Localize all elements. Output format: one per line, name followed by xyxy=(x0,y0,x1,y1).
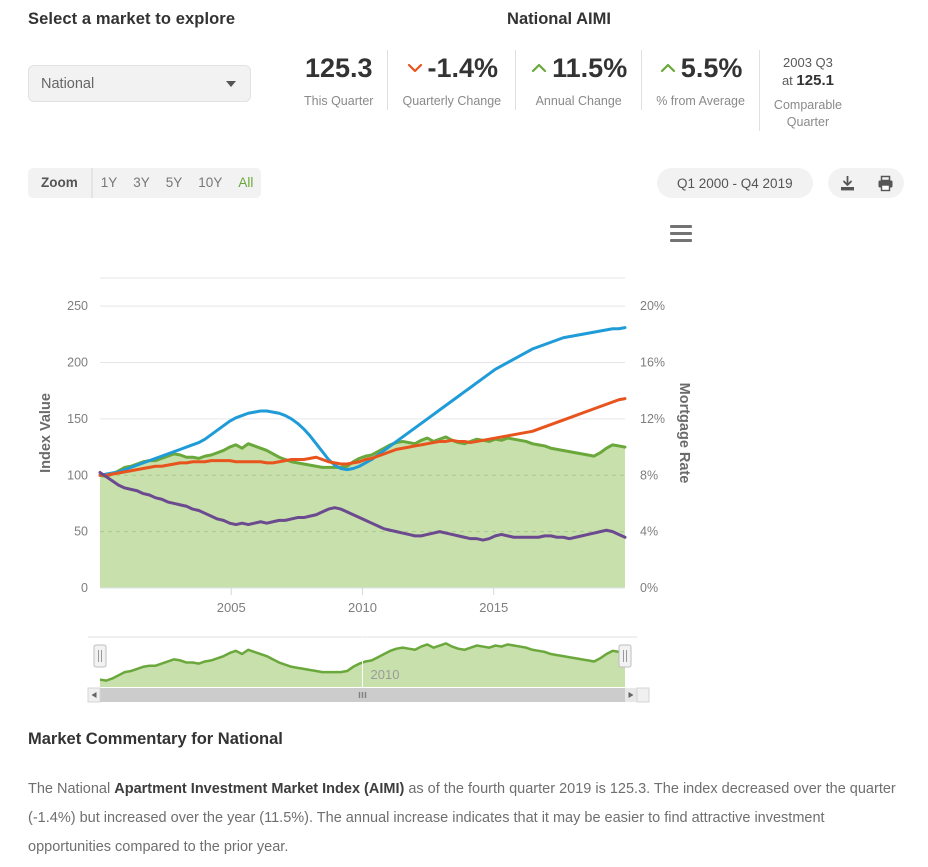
stat-label: Comparable xyxy=(773,98,843,112)
commentary-heading: Market Commentary for National xyxy=(28,730,283,748)
chart-container: 0 50 100 150 200 250 0% 4% 8% 12% 16% 20% 2005 2010 20… xyxy=(0,206,928,706)
zoom-button-10y[interactable]: 10Y xyxy=(190,168,230,198)
arrow-down-icon xyxy=(406,61,424,75)
zoom-range-selector: Zoom 1Y 3Y 5Y 10Y All xyxy=(28,168,262,198)
arrow-up-icon xyxy=(530,61,548,75)
svg-text:2005: 2005 xyxy=(217,600,246,615)
comparable-quarter-at: at xyxy=(781,73,793,88)
stat-annual-change: 11.5% Annual Change xyxy=(515,50,641,110)
svg-text:2010: 2010 xyxy=(371,667,400,682)
svg-text:200: 200 xyxy=(67,356,88,370)
zoom-button-all[interactable]: All xyxy=(230,168,261,198)
stat-value: 5.5% xyxy=(680,53,743,83)
download-icon[interactable] xyxy=(839,175,856,192)
svg-text:50: 50 xyxy=(74,525,88,539)
print-icon[interactable] xyxy=(877,175,894,192)
commentary-text-part1: The National xyxy=(28,781,115,797)
comparable-quarter-date: 2003 Q3 xyxy=(783,55,833,70)
chevron-down-icon xyxy=(226,80,236,87)
commentary-text: The National Apartment Investment Market… xyxy=(28,775,908,862)
zoom-button-5y[interactable]: 5Y xyxy=(158,168,191,198)
stats-row: 125.3 This Quarter -1.4% Quarterly Chang… xyxy=(290,50,856,146)
svg-text:0: 0 xyxy=(81,581,88,595)
stat-this-quarter: 125.3 This Quarter xyxy=(290,50,387,110)
stat-label: Quarterly Change xyxy=(402,94,502,108)
svg-text:Mortgage Rate: Mortgage Rate xyxy=(676,383,692,484)
stat-label: Annual Change xyxy=(535,94,622,108)
zoom-button-1y[interactable]: 1Y xyxy=(93,168,126,198)
date-range-display[interactable]: Q1 2000 - Q4 2019 xyxy=(657,168,813,198)
market-select-dropdown[interactable]: National xyxy=(28,65,251,102)
market-commentary: Market Commentary for National The Natio… xyxy=(28,730,908,862)
svg-text:8%: 8% xyxy=(640,468,658,482)
comparable-quarter-index: 125.1 xyxy=(796,72,834,89)
stat-value: 125.3 xyxy=(304,53,373,83)
svg-text:4%: 4% xyxy=(640,525,658,539)
svg-text:2010: 2010 xyxy=(348,600,377,615)
svg-text:2015: 2015 xyxy=(479,600,508,615)
svg-text:100: 100 xyxy=(67,468,88,482)
stat-label: This Quarter xyxy=(304,94,374,108)
market-select-value: National xyxy=(41,75,95,92)
chart-toolbar: Zoom 1Y 3Y 5Y 10Y All Q1 2000 - Q4 2019 xyxy=(0,168,928,206)
stat-value: -1.4% xyxy=(427,53,499,83)
export-icon-group xyxy=(828,168,904,198)
page-header: Select a market to explore National Nati… xyxy=(0,0,928,150)
zoom-label: Zoom xyxy=(28,168,93,198)
svg-text:150: 150 xyxy=(67,412,88,426)
chart-title: National AIMI xyxy=(507,10,611,28)
zoom-button-3y[interactable]: 3Y xyxy=(125,168,158,198)
commentary-text-emphasis: Apartment Investment Market Index (AIMI) xyxy=(114,781,405,797)
stat-label-2: Quarter xyxy=(786,115,830,129)
svg-text:Index Value: Index Value xyxy=(38,393,54,473)
svg-text:12%: 12% xyxy=(640,412,665,426)
svg-text:0%: 0% xyxy=(640,581,658,595)
stat-comparable-quarter: 2003 Q3 at 125.1 Comparable Quarter xyxy=(758,50,856,131)
svg-text:250: 250 xyxy=(67,299,88,313)
aimi-line-chart: 0 50 100 150 200 250 0% 4% 8% 12% 16% 20% 2005 2010 20… xyxy=(38,277,692,703)
stat-value: 11.5% xyxy=(552,53,628,83)
stat-quarterly-change: -1.4% Quarterly Change xyxy=(387,50,515,110)
stat-label: % from Average xyxy=(656,94,745,108)
svg-text:16%: 16% xyxy=(640,356,665,370)
svg-text:20%: 20% xyxy=(640,299,665,313)
arrow-up-icon xyxy=(659,61,677,75)
stat-percent-from-average: 5.5% % from Average xyxy=(641,50,759,110)
